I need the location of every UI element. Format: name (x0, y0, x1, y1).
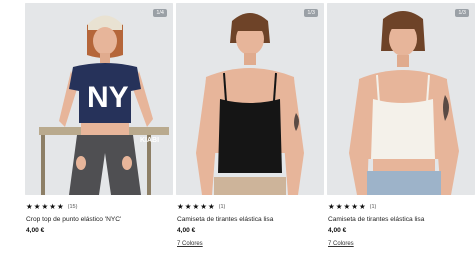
rating-count: (1) (218, 204, 226, 210)
rating-stars: ★ ★ ★ ★ ★ (1) (177, 203, 225, 211)
star-icon: ★ (177, 202, 184, 211)
star-icon: ★ (343, 202, 351, 211)
product-photo: KIABI NY (25, 3, 173, 195)
colors-link[interactable]: 7 Colores (328, 240, 354, 248)
star-icon: ★ (184, 202, 192, 211)
image-counter: 1/3 (455, 9, 469, 17)
image-counter: 1/3 (304, 9, 318, 17)
product-name[interactable]: Crop top de punto elástico 'NYC' (26, 215, 172, 224)
half-star-icon: ★ (56, 202, 64, 211)
product-name[interactable]: Camiseta de tirantes elástica lisa (177, 215, 323, 224)
rating-stars: ★ ★ ★ ★ ★ (15) (26, 203, 77, 211)
product-name[interactable]: Camiseta de tirantes elástica lisa (328, 215, 474, 224)
star-icon: ★ (328, 202, 335, 211)
star-icon: ★ (49, 202, 56, 211)
product-price: 4,00 € (26, 227, 45, 234)
product-price: 4,00 € (177, 227, 196, 234)
colors-link[interactable]: 7 Colores (177, 240, 203, 248)
star-icon: ★ (26, 202, 33, 211)
star-icon: ★ (358, 202, 366, 211)
product-image[interactable]: 1/3 (327, 3, 475, 195)
rating-count: (15) (67, 204, 78, 210)
star-icon: ★ (33, 202, 41, 211)
product-card[interactable]: 1/3 ★ ★ ★ ★ ★ (1) Camiseta de tirantes e… (176, 0, 324, 255)
product-image[interactable]: 1/3 (176, 3, 324, 195)
rating-stars: ★ ★ ★ ★ ★ (1) (328, 203, 376, 211)
star-icon: ★ (207, 202, 215, 211)
product-price: 4,00 € (328, 227, 347, 234)
product-photo (327, 3, 475, 195)
product-card[interactable]: 1/3 ★ ★ ★ ★ ★ (1) Camiseta de tirantes e… (327, 0, 475, 255)
rating-count: (1) (369, 204, 377, 210)
star-icon: ★ (335, 202, 343, 211)
star-icon: ★ (192, 202, 200, 211)
product-card[interactable]: KIABI NY 1/4 ★ ★ ★ ★ ★ (15) Crop top de … (25, 0, 173, 255)
brand-sign: KIABI (140, 137, 159, 144)
star-icon: ★ (41, 202, 49, 211)
product-photo (176, 3, 324, 195)
star-icon: ★ (351, 202, 358, 211)
product-grid: KIABI NY 1/4 ★ ★ ★ ★ ★ (15) Crop top de … (0, 0, 475, 255)
shirt-graphic: NY (87, 81, 129, 114)
product-image[interactable]: KIABI NY 1/4 (25, 3, 173, 195)
image-counter: 1/4 (153, 9, 167, 17)
star-icon: ★ (200, 202, 207, 211)
